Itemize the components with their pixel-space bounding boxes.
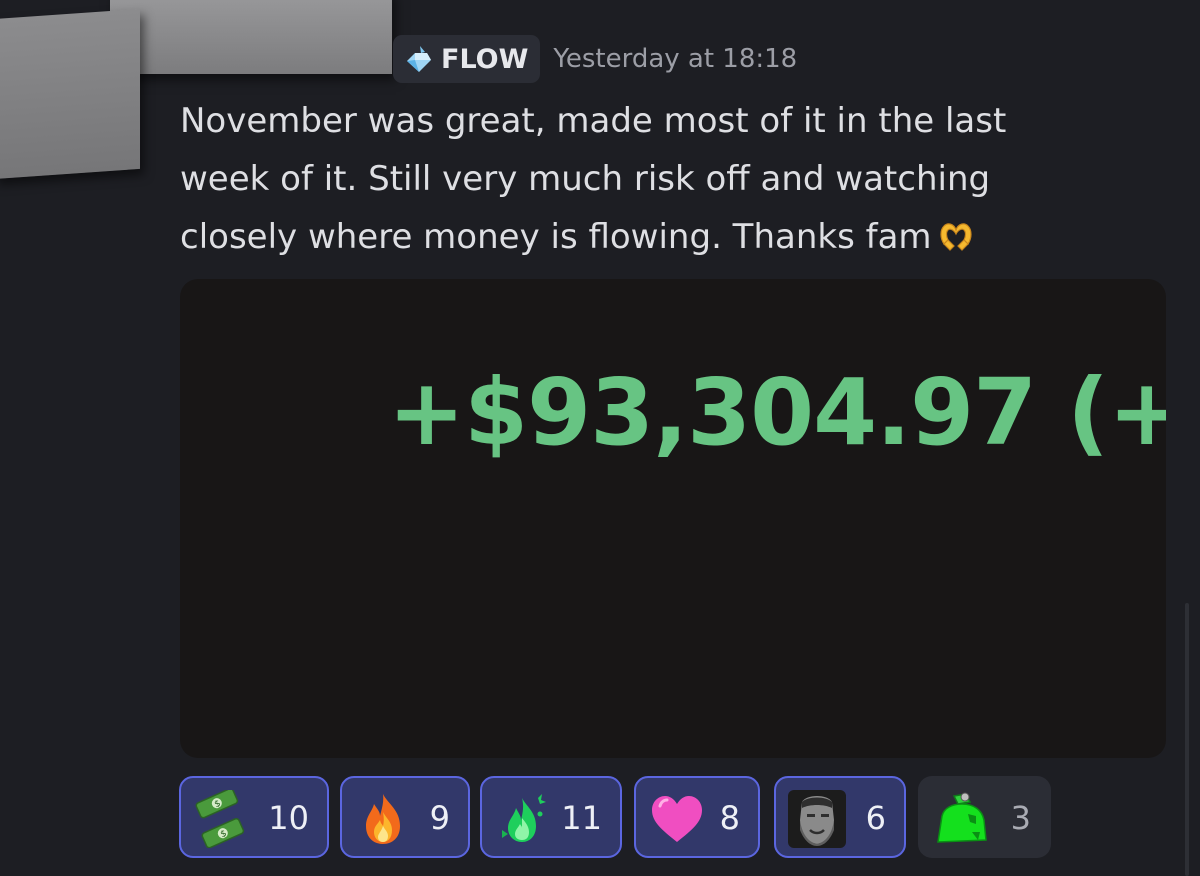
reaction-money-wings[interactable]: $ $ 10 bbox=[179, 776, 329, 858]
reaction-count: 10 bbox=[268, 799, 309, 837]
reaction-count: 8 bbox=[719, 799, 740, 837]
message-line: week of it. Still very much risk off and… bbox=[180, 159, 991, 199]
heart-hands-icon bbox=[938, 212, 974, 270]
reaction-fire[interactable]: 9 bbox=[340, 776, 470, 858]
reaction-gigachad[interactable]: 6 bbox=[774, 776, 906, 858]
reaction-count: 3 bbox=[1010, 799, 1031, 837]
reaction-green-flame[interactable]: 11 bbox=[480, 776, 622, 858]
reaction-pink-heart[interactable]: 8 bbox=[634, 776, 760, 858]
message-header: FLOW Yesterday at 18:18 bbox=[393, 35, 797, 83]
scrollbar[interactable] bbox=[1185, 603, 1189, 876]
message-line-text: closely where money is flowing. Thanks f… bbox=[180, 217, 932, 257]
blue-diamond-icon bbox=[403, 44, 433, 74]
pnl-value: +$93,304.97 (+ bbox=[388, 359, 1166, 466]
message-line: November was great, made most of it in t… bbox=[180, 101, 1007, 141]
image-attachment[interactable]: +$93,304.97 (+ bbox=[180, 279, 1166, 758]
gigachad-icon bbox=[788, 790, 846, 848]
reaction-count: 9 bbox=[429, 799, 450, 837]
green-money-bag-icon bbox=[932, 790, 990, 848]
avatar-back bbox=[110, 0, 392, 74]
message-line-last: closely where money is flowing. Thanks f… bbox=[180, 208, 1160, 270]
role-badge[interactable]: FLOW bbox=[393, 35, 541, 83]
green-flame-icon bbox=[494, 790, 552, 848]
message-timestamp: Yesterday at 18:18 bbox=[553, 44, 798, 74]
author-name[interactable]: FLOW bbox=[441, 44, 528, 75]
money-wings-icon: $ $ bbox=[193, 787, 251, 849]
reaction-money-bag[interactable]: 3 bbox=[918, 776, 1051, 858]
avatar[interactable] bbox=[0, 8, 140, 180]
fire-icon bbox=[354, 790, 412, 848]
pink-heart-icon bbox=[648, 790, 706, 848]
reaction-count: 6 bbox=[865, 799, 886, 837]
message-content: November was great, made most of it in t… bbox=[180, 92, 1160, 270]
reaction-count: 11 bbox=[561, 799, 602, 837]
